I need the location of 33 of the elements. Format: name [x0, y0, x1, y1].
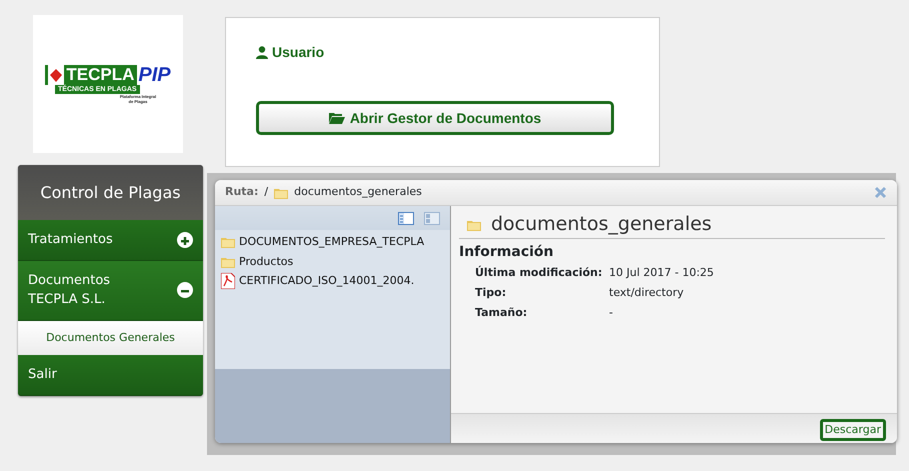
info-value: -	[609, 305, 613, 321]
folder-icon	[328, 112, 345, 124]
path-label: Ruta:	[225, 184, 258, 200]
path-folder[interactable]: documentos_generales	[294, 184, 422, 201]
folder-icon	[467, 218, 481, 230]
info-label: Última modificación:	[475, 264, 604, 281]
folder-icon	[221, 256, 235, 268]
sidebar-item[interactable]: Tratamientos	[18, 220, 203, 260]
file-item[interactable]: Productos	[221, 254, 444, 270]
path-separator: /	[264, 184, 268, 200]
file-item[interactable]: CERTIFICADO_ISO_14001_2004.	[221, 273, 444, 290]
open-documents-button[interactable]: Abrir Gestor de Documentos	[256, 101, 614, 135]
user-icon	[256, 46, 268, 58]
sidebar-item[interactable]: Documentos TECPLA S.L.	[18, 260, 203, 320]
info-value: text/directory	[609, 285, 684, 301]
info-value: 10 Jul 2017 - 10:25	[609, 265, 714, 281]
pdf-icon	[221, 273, 235, 290]
download-button[interactable]: Descargar	[820, 419, 886, 441]
sidebar-item[interactable]: Salir	[18, 355, 203, 396]
info-label: Tipo:	[475, 285, 508, 301]
sidebar-title: Control de Plagas	[18, 165, 203, 220]
collapse-icon[interactable]	[177, 282, 193, 298]
grid-view-icon	[424, 212, 440, 224]
expand-icon[interactable]	[177, 232, 193, 248]
info-label: Tamaño:	[475, 305, 528, 321]
folder-icon	[221, 236, 235, 248]
details-title: documentos_generales	[491, 212, 712, 238]
file-item[interactable]: DOCUMENTOS_EMPRESA_TECPLA	[221, 234, 444, 250]
sidebar-subitem[interactable]: Documentos Generales	[18, 320, 203, 355]
user-label: Usuario	[272, 44, 324, 60]
list-view-icon	[398, 212, 414, 224]
folder-icon	[274, 186, 288, 198]
info-heading: Información	[459, 243, 555, 262]
